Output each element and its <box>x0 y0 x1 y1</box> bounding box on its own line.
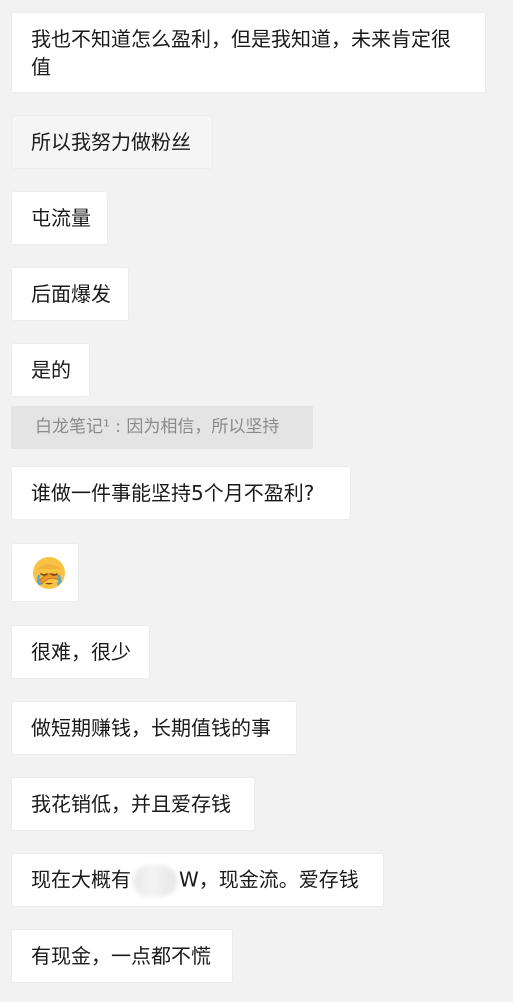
quoted-message[interactable]: 白龙笔记¹ : 因为相信，所以坚持 <box>11 406 313 449</box>
message-text: 很难，很少 <box>31 640 131 664</box>
quoted-message-text: 白龙笔记¹ : 因为相信，所以坚持 <box>35 417 280 437</box>
redacted-amount <box>133 865 177 897</box>
message-bubble[interactable]: 做短期赚钱，长期值钱的事 <box>11 701 297 755</box>
message-bubble[interactable]: 我花销低，并且爱存钱 <box>11 777 255 831</box>
message-bubble[interactable]: 很难，很少 <box>11 625 150 679</box>
message-bubble[interactable]: 现在大概有 W，现金流。爱存钱 <box>11 853 384 907</box>
message-text-after: W，现金流。爱存钱 <box>179 867 359 892</box>
message-bubble[interactable]: 后面爆发 <box>11 267 129 321</box>
message-text: 后面爆发 <box>31 282 111 306</box>
message-text: 所以我努力做粉丝 <box>31 130 191 154</box>
facepalm-emoji-icon <box>33 557 65 589</box>
message-text: 我花销低，并且爱存钱 <box>31 792 231 816</box>
message-text: 屯流量 <box>31 206 91 230</box>
message-bubble[interactable]: 谁做一件事能坚持5个月不盈利? <box>11 466 351 520</box>
message-bubble[interactable] <box>11 543 79 602</box>
message-text: 是的 <box>31 358 71 382</box>
message-text: 做短期赚钱，长期值钱的事 <box>31 716 271 740</box>
message-bubble[interactable]: 我也不知道怎么盈利，但是我知道，未来肯定很值 <box>11 12 486 93</box>
message-bubble[interactable]: 是的 <box>11 343 90 397</box>
message-text-before: 现在大概有 <box>31 867 131 892</box>
message-bubble[interactable]: 屯流量 <box>11 191 108 245</box>
message-text: 谁做一件事能坚持5个月不盈利? <box>31 481 315 505</box>
message-bubble[interactable]: 所以我努力做粉丝 <box>11 115 213 169</box>
message-bubble[interactable]: 有现金，一点都不慌 <box>11 929 233 983</box>
message-text: 我也不知道怎么盈利，但是我知道，未来肯定很值 <box>31 27 451 79</box>
message-text: 有现金，一点都不慌 <box>31 944 211 968</box>
